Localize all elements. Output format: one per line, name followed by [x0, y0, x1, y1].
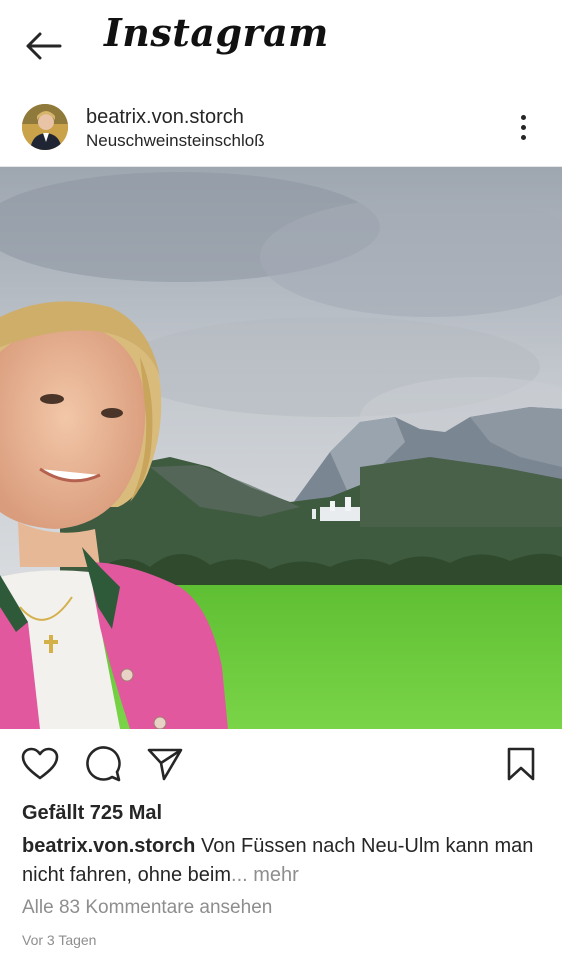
action-bar: [0, 738, 562, 794]
more-options-button[interactable]: [508, 110, 538, 144]
caption-username[interactable]: beatrix.von.storch: [22, 835, 195, 857]
caption-ellipsis: ...: [231, 864, 248, 886]
like-button[interactable]: [20, 744, 60, 784]
save-button[interactable]: [501, 744, 541, 784]
comment-icon: [86, 746, 121, 782]
share-button[interactable]: [145, 744, 185, 784]
heart-icon: [21, 747, 59, 780]
comment-button[interactable]: [83, 744, 123, 784]
app-logo: Instagram: [104, 10, 329, 55]
view-comments-link[interactable]: Alle 83 Kommentare ansehen: [22, 897, 272, 919]
more-vertical-icon: [520, 114, 526, 120]
post-timestamp: Vor 3 Tagen: [22, 932, 97, 948]
post-username[interactable]: beatrix.von.storch: [86, 106, 244, 129]
bookmark-icon: [507, 747, 535, 781]
post-location[interactable]: Neuschweinsteinschloß: [86, 131, 265, 151]
arrow-left-icon: [26, 32, 62, 60]
caption-more-link[interactable]: mehr: [253, 864, 299, 886]
back-button[interactable]: [22, 28, 64, 64]
avatar[interactable]: [22, 104, 68, 150]
like-count[interactable]: Gefällt 725 Mal: [22, 802, 162, 825]
post-header: beatrix.von.storch Neuschweinsteinschloß: [0, 96, 562, 164]
post-caption: beatrix.von.storch Von Füssen nach Neu-U…: [22, 832, 542, 890]
post-photo[interactable]: [0, 167, 562, 729]
send-icon: [147, 748, 183, 781]
top-bar: Instagram: [0, 0, 562, 92]
